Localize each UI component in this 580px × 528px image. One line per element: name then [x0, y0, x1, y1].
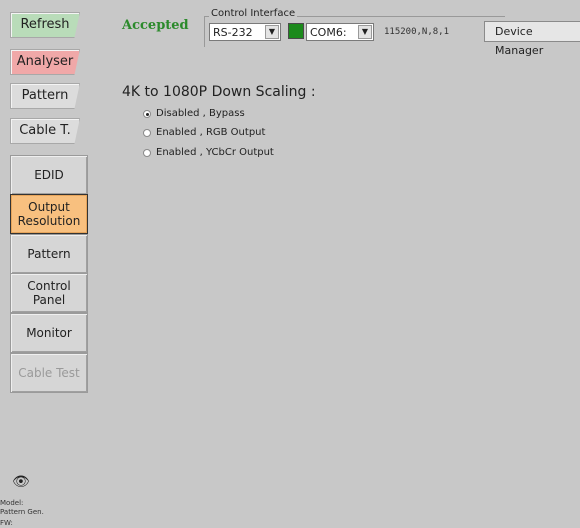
radio-label: Disabled , Bypass [156, 108, 245, 119]
nav-output-resolution[interactable]: Output Resolution [10, 194, 88, 234]
model-label: Model: [0, 499, 24, 507]
interface-select-value: RS-232 [213, 26, 253, 39]
analyser-button[interactable]: Analyser [10, 49, 80, 75]
radio-label: Enabled , RGB Output [156, 127, 266, 138]
downscaling-heading: 4K to 1080P Down Scaling : [122, 84, 316, 100]
radio-enabled-ycbcr[interactable]: Enabled , YCbCr Output [143, 147, 274, 158]
nav-cable-test-label: Cable Test [18, 366, 80, 380]
com-port-value: COM6: [310, 26, 347, 39]
nav-pattern-label: Pattern [27, 247, 71, 261]
com-port-select[interactable]: COM6: ▼ [306, 23, 374, 41]
radio-selected-icon[interactable] [143, 109, 151, 118]
nav-cable-test[interactable]: Cable Test [10, 353, 88, 393]
serial-settings: 115200,N,8,1 [384, 27, 450, 37]
nav-control-panel[interactable]: Control Panel [10, 273, 88, 313]
eye-icon[interactable]: 👁 [12, 474, 30, 490]
radio-label: Enabled , YCbCr Output [156, 147, 274, 158]
nav-output-resolution-label-1: Output [28, 200, 70, 214]
cable-test-tab-button[interactable]: Cable T. [10, 118, 80, 144]
nav-edid-label: EDID [34, 168, 64, 182]
connection-status: Accepted [122, 18, 189, 33]
radio-unselected-icon[interactable] [143, 148, 151, 157]
nav-pattern[interactable]: Pattern [10, 234, 88, 274]
chevron-down-icon[interactable]: ▼ [358, 25, 372, 39]
connection-led-icon [288, 23, 304, 39]
nav-output-resolution-label-2: Resolution [17, 214, 81, 228]
interface-select[interactable]: RS-232 ▼ [209, 23, 281, 41]
device-manager-button[interactable]: Device Manager [484, 21, 580, 57]
nav-monitor-label: Monitor [26, 326, 72, 340]
radio-enabled-rgb[interactable]: Enabled , RGB Output [143, 127, 265, 138]
radio-disabled-bypass[interactable]: Disabled , Bypass [143, 108, 245, 119]
nav-control-panel-label-1: Control [27, 279, 71, 293]
refresh-button[interactable]: Refresh [10, 12, 80, 38]
nav-edid[interactable]: EDID [10, 155, 88, 195]
chevron-down-icon[interactable]: ▼ [265, 25, 279, 39]
radio-unselected-icon[interactable] [143, 128, 151, 137]
pattern-tab-button[interactable]: Pattern [10, 83, 80, 109]
fw-label: FW: [0, 519, 13, 527]
nav-control-panel-label-2: Panel [32, 293, 66, 307]
control-interface-label: Control Interface [209, 8, 298, 19]
model-value: Pattern Gen. [0, 508, 44, 516]
nav-monitor[interactable]: Monitor [10, 313, 88, 353]
